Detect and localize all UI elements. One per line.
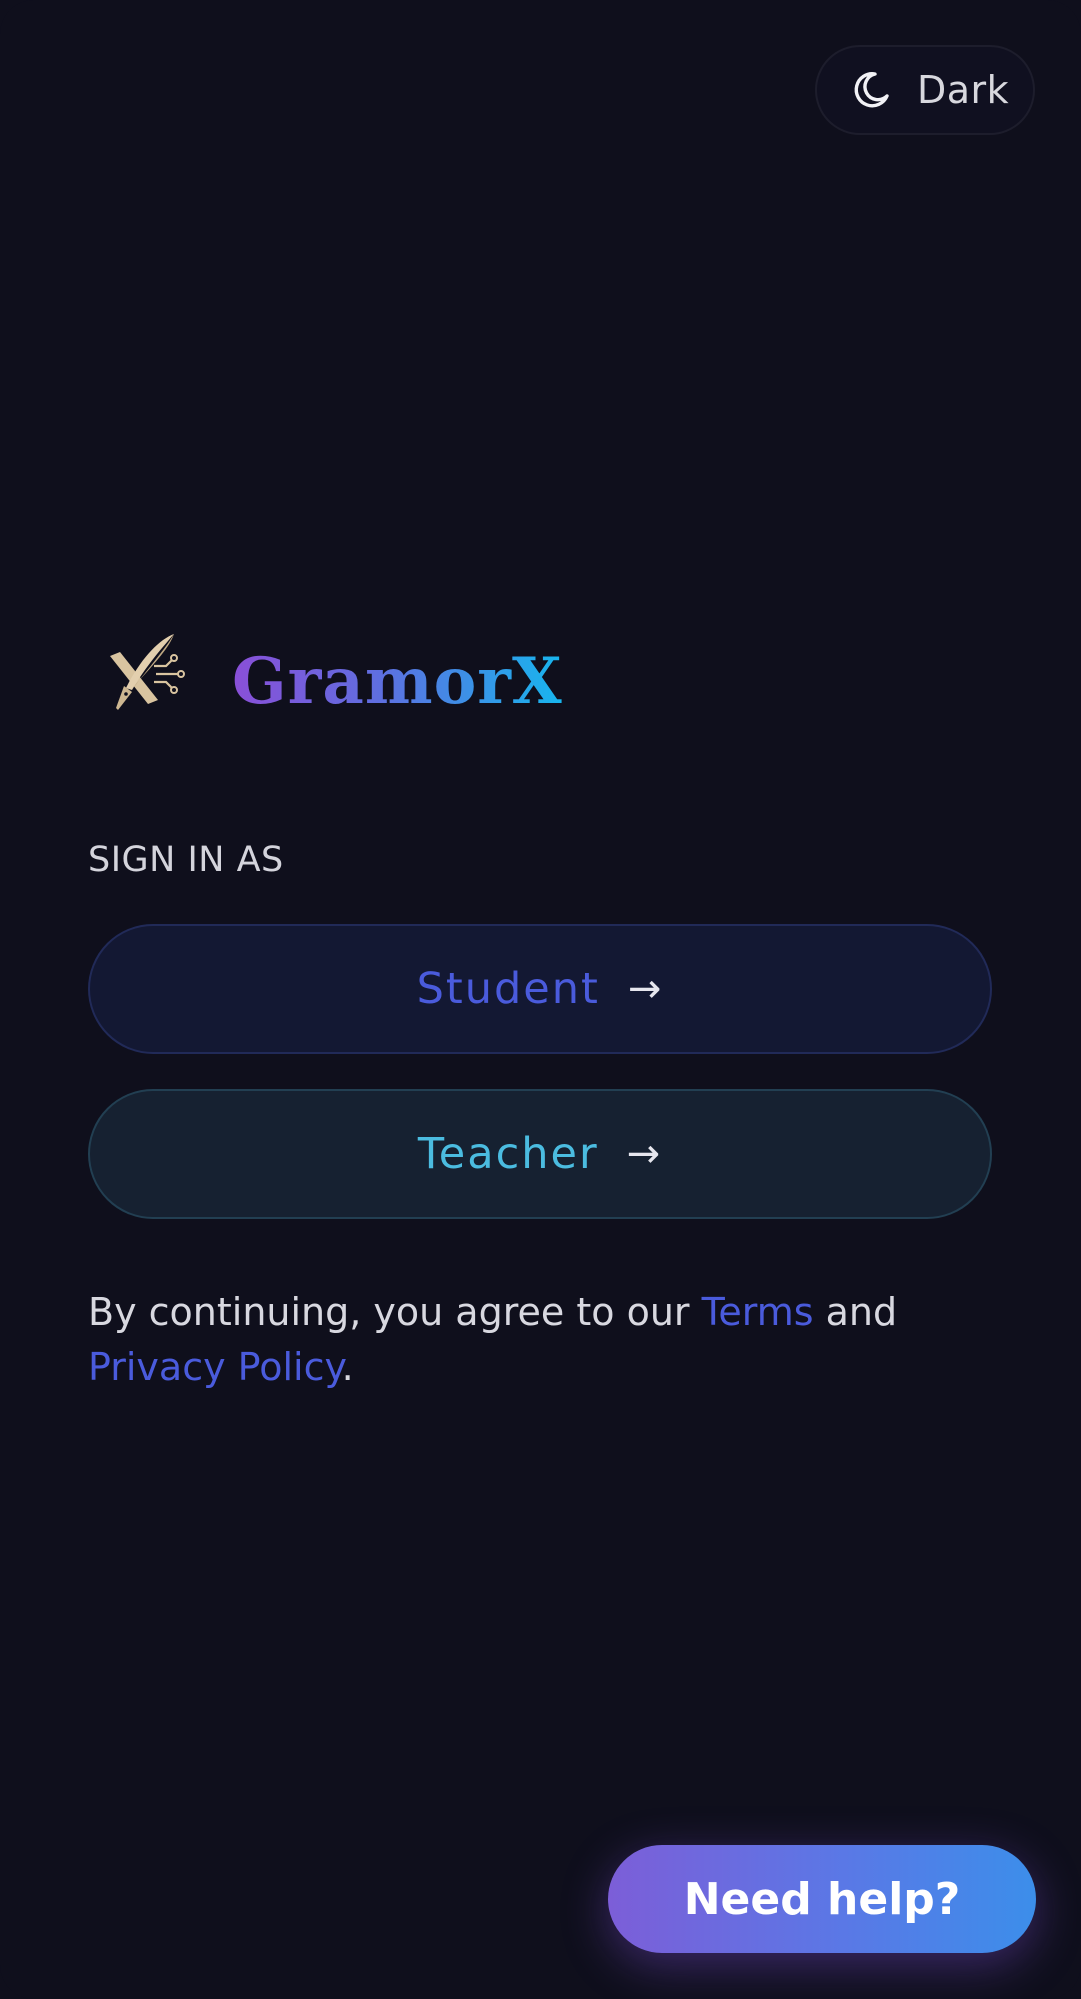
legal-prefix: By continuing, you agree to our xyxy=(88,1290,702,1334)
arrow-right-icon: → xyxy=(626,1131,663,1177)
theme-toggle-label: Dark xyxy=(917,68,1010,112)
legal-conjunction: and xyxy=(813,1290,898,1334)
teacher-button-label: Teacher xyxy=(417,1129,599,1179)
brand-name: GramorX xyxy=(232,643,563,719)
terms-link[interactable]: Terms xyxy=(702,1290,814,1334)
signin-screen: Dark GramorX SIGN IN AS Student → Teache… xyxy=(0,0,1081,1999)
legal-notice: By continuing, you agree to our Terms an… xyxy=(88,1285,988,1395)
quill-x-logo xyxy=(110,634,185,710)
privacy-policy-link[interactable]: Privacy Policy xyxy=(88,1345,342,1389)
arrow-right-icon: → xyxy=(627,966,664,1012)
theme-toggle-button[interactable]: Dark xyxy=(815,45,1035,135)
teacher-signin-button[interactable]: Teacher → xyxy=(88,1089,992,1219)
student-signin-button[interactable]: Student → xyxy=(88,924,992,1054)
moon-icon xyxy=(854,72,889,108)
need-help-label: Need help? xyxy=(683,1873,961,1925)
brand: GramorX xyxy=(100,620,563,730)
signin-heading: SIGN IN AS xyxy=(88,840,284,880)
student-button-label: Student xyxy=(416,964,600,1014)
need-help-button[interactable]: Need help? xyxy=(608,1845,1036,1953)
legal-suffix: . xyxy=(341,1345,354,1389)
